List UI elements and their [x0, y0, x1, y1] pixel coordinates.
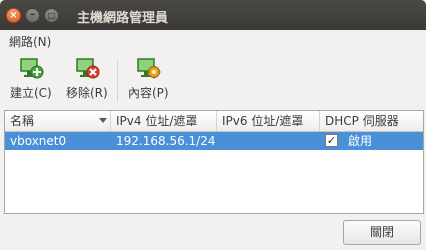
- remove-label: 移除(R): [66, 86, 108, 100]
- properties-button[interactable]: 內容(P): [128, 58, 169, 101]
- menu-network[interactable]: 網路(N): [9, 33, 51, 50]
- network-properties-icon: [135, 58, 161, 80]
- toolbar-separator: [117, 60, 118, 102]
- properties-label: 內容(P): [128, 86, 169, 100]
- cell-name: vboxnet0: [10, 134, 67, 148]
- cell-ipv4: 192.168.56.1/24: [116, 134, 216, 148]
- remove-button[interactable]: 移除(R): [66, 58, 108, 101]
- toolbar: 建立(C) 移除(R) 內容(P): [0, 54, 426, 106]
- menu-bar: 網路(N): [0, 30, 426, 52]
- create-label: 建立(C): [10, 86, 52, 100]
- cell-dhcp-label: 啟用: [348, 134, 373, 148]
- remove-network-icon: [74, 58, 100, 80]
- add-network-icon: [18, 58, 44, 80]
- column-header-ipv6[interactable]: IPv6 位址/遮罩: [217, 111, 320, 131]
- column-header-ipv4[interactable]: IPv4 位址/遮罩: [111, 111, 217, 131]
- title-bar: × – □ 主機網路管理員: [0, 0, 426, 30]
- host-network-table[interactable]: 名稱 IPv4 位址/遮罩 IPv6 位址/遮罩 DHCP 伺服器 vboxne…: [4, 110, 424, 214]
- close-window-icon[interactable]: ×: [6, 8, 21, 23]
- close-button[interactable]: 關閉: [343, 220, 421, 245]
- dhcp-enabled-checkbox[interactable]: ✓: [325, 134, 338, 147]
- column-header-name[interactable]: 名稱: [5, 111, 111, 131]
- minimize-window-icon[interactable]: –: [25, 8, 40, 23]
- table-header: 名稱 IPv4 位址/遮罩 IPv6 位址/遮罩 DHCP 伺服器: [5, 111, 423, 132]
- column-header-dhcp[interactable]: DHCP 伺服器: [320, 111, 423, 131]
- maximize-window-icon[interactable]: □: [44, 8, 59, 23]
- create-button[interactable]: 建立(C): [10, 58, 52, 101]
- table-row[interactable]: vboxnet0 192.168.56.1/24 ✓ 啟用: [5, 132, 423, 150]
- window-title: 主機網路管理員: [77, 11, 169, 26]
- cell-ipv6: [217, 132, 320, 150]
- sort-down-icon: [99, 118, 107, 123]
